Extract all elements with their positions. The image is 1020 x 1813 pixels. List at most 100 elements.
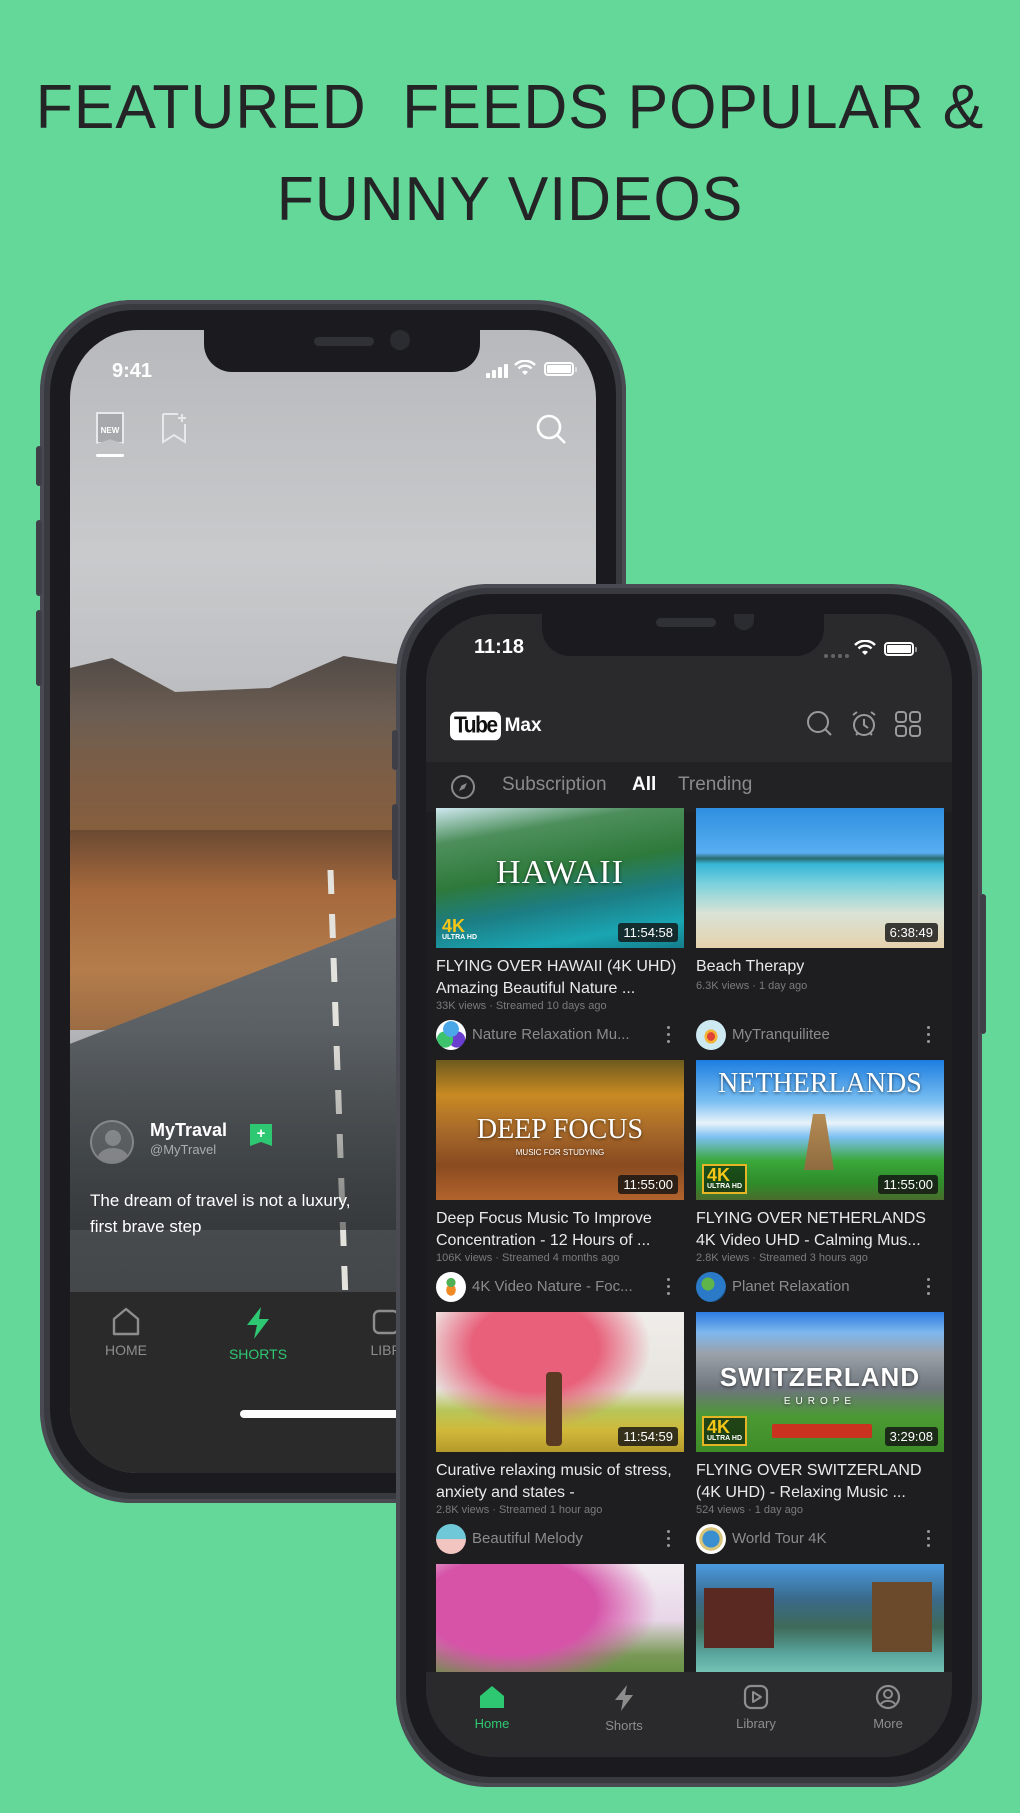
author-avatar[interactable]	[90, 1120, 134, 1164]
tab-shorts-label: SHORTS	[228, 1346, 288, 1362]
channel-avatar[interactable]	[696, 1524, 726, 1554]
channel-row: World Tour 4K	[696, 1524, 944, 1554]
video-thumbnail[interactable]: DEEP FOCUS MUSIC FOR STUDYING 11:55:00	[436, 1060, 684, 1200]
channel-row: Planet Relaxation	[696, 1272, 944, 1302]
tab-trending[interactable]: Trending	[678, 774, 752, 796]
tubemax-screen: 11:18 Tube Max Subscription All Trending	[426, 614, 952, 1757]
play-library-icon	[743, 1684, 769, 1710]
more-options-icon[interactable]	[926, 1026, 930, 1044]
video-title[interactable]: Beach Therapy	[696, 956, 944, 978]
app-logo[interactable]: Tube Max	[450, 710, 542, 742]
profile-icon	[875, 1684, 901, 1710]
thumbnail-title: NETHERLANDS	[718, 1068, 922, 1099]
bookmark-add-icon[interactable]	[160, 412, 188, 444]
home-icon	[480, 1686, 504, 1708]
channel-name[interactable]: Planet Relaxation	[732, 1278, 850, 1295]
search-icon[interactable]	[806, 710, 834, 738]
channel-avatar[interactable]	[436, 1020, 466, 1050]
grid-icon[interactable]	[894, 710, 922, 738]
nav-home[interactable]: Home	[442, 1684, 542, 1731]
headline-line-1: FEATURED FEEDS POPULAR &	[35, 73, 985, 142]
channel-avatar[interactable]	[696, 1272, 726, 1302]
channel-row: 4K Video Nature - Foc...	[436, 1272, 684, 1302]
nav-library[interactable]: Library	[706, 1684, 806, 1731]
channel-avatar[interactable]	[436, 1272, 466, 1302]
nav-shorts[interactable]: Shorts	[574, 1684, 674, 1733]
signal-icon	[486, 364, 508, 378]
channel-name[interactable]: Beautiful Melody	[472, 1530, 583, 1547]
channel-row: Nature Relaxation Mu...	[436, 1020, 684, 1050]
tab-subscription[interactable]: Subscription	[502, 774, 607, 796]
video-card[interactable]: 6:38:49 Beach Therapy 6.3K views · 1 day…	[696, 808, 944, 1060]
video-card[interactable]: DEEP FOCUS MUSIC FOR STUDYING 11:55:00 D…	[436, 1060, 684, 1312]
4k-badge: 4K ULTRA HD	[702, 1416, 747, 1446]
video-title[interactable]: Curative relaxing music of stress, anxie…	[436, 1460, 684, 1504]
search-icon[interactable]	[534, 412, 568, 446]
thumbnail-title: HAWAII	[496, 854, 624, 891]
tubemax-phone: 11:18 Tube Max Subscription All Trending	[392, 584, 986, 1787]
headline: FEATURED FEEDS POPULAR & FUNNY VIDEOS	[10, 62, 1010, 246]
more-options-icon[interactable]	[926, 1278, 930, 1296]
status-time: 11:18	[474, 636, 525, 658]
thumbnail-title: DEEP FOCUS	[476, 1114, 644, 1145]
video-meta: 524 views · 1 day ago	[696, 1504, 804, 1516]
status-bar: 9:41	[70, 330, 596, 390]
tab-all[interactable]: All	[632, 774, 656, 796]
notch	[542, 614, 824, 656]
video-thumbnail[interactable]: 6:38:49	[696, 808, 944, 948]
shorts-top-bar: NEW	[70, 412, 596, 462]
video-meta: 6.3K views · 1 day ago	[696, 980, 808, 992]
video-card[interactable]: SWITZERLAND EUROPE 4K ULTRA HD 3:29:08 FL…	[696, 1312, 944, 1564]
compass-icon[interactable]	[450, 774, 476, 800]
channel-name[interactable]: Nature Relaxation Mu...	[472, 1026, 630, 1043]
nav-home-label: Home	[474, 1716, 510, 1731]
tab-home-label: HOME	[105, 1342, 147, 1358]
video-meta: 33K views · Streamed 10 days ago	[436, 1000, 607, 1012]
video-title[interactable]: FLYING OVER NETHERLANDS 4K Video UHD - C…	[696, 1208, 944, 1252]
channel-name[interactable]: World Tour 4K	[732, 1530, 827, 1547]
video-card[interactable]: HAWAII 4K ULTRA HD 11:54:58 FLYING OVER H…	[436, 808, 684, 1060]
bottom-navigation: Home Shorts Library More	[426, 1672, 952, 1757]
video-duration: 3:29:08	[884, 1427, 938, 1446]
nav-more[interactable]: More	[838, 1684, 938, 1731]
tab-shorts[interactable]: SHORTS	[198, 1306, 318, 1362]
video-title[interactable]: FLYING OVER HAWAII (4K UHD) Amazing Beau…	[436, 956, 684, 1000]
follow-button[interactable]: +	[250, 1124, 272, 1146]
video-title[interactable]: Deep Focus Music To Improve Concentratio…	[436, 1208, 684, 1252]
nav-more-label: More	[873, 1716, 903, 1731]
more-options-icon[interactable]	[666, 1278, 670, 1296]
4k-badge: 4K ULTRA HD	[702, 1164, 747, 1194]
author-name[interactable]: MyTraval	[150, 1120, 227, 1141]
video-thumbnail[interactable]: HAWAII 4K ULTRA HD 11:54:58	[436, 808, 684, 948]
wifi-icon	[514, 360, 536, 375]
channel-name[interactable]: MyTranquilitee	[732, 1026, 830, 1043]
video-thumbnail[interactable]: SWITZERLAND EUROPE 4K ULTRA HD 3:29:08	[696, 1312, 944, 1452]
tab-home[interactable]: HOME	[70, 1306, 186, 1358]
video-title[interactable]: FLYING OVER SWITZERLAND (4K UHD) - Relax…	[696, 1460, 944, 1504]
video-duration: 6:38:49	[884, 923, 938, 942]
video-thumbnail[interactable]: 11:54:59	[436, 1312, 684, 1452]
alarm-clock-icon[interactable]	[850, 710, 878, 738]
channel-avatar[interactable]	[436, 1524, 466, 1554]
headline-line-2: FUNNY VIDEOS	[276, 165, 744, 234]
battery-icon	[544, 362, 577, 376]
more-options-icon[interactable]	[666, 1026, 670, 1044]
video-duration: 11:55:00	[878, 1175, 938, 1194]
thumbnail-subtitle: MUSIC FOR STUDYING	[515, 1148, 605, 1157]
video-meta: 2.8K views · Streamed 3 hours ago	[696, 1252, 868, 1264]
video-card[interactable]: NETHERLANDS 4K ULTRA HD 11:55:00 FLYING O…	[696, 1060, 944, 1312]
logo-tube: Tube	[450, 711, 501, 741]
lightning-icon	[615, 1685, 633, 1711]
channel-avatar[interactable]	[696, 1020, 726, 1050]
more-options-icon[interactable]	[926, 1530, 930, 1548]
channel-name[interactable]: 4K Video Nature - Foc...	[472, 1278, 633, 1295]
channel-row: MyTranquilitee	[696, 1020, 944, 1050]
channel-row: Beautiful Melody	[436, 1524, 684, 1554]
video-thumbnail[interactable]: NETHERLANDS 4K ULTRA HD 11:55:00	[696, 1060, 944, 1200]
video-meta: 106K views · Streamed 4 months ago	[436, 1252, 620, 1264]
more-options-icon[interactable]	[666, 1530, 670, 1548]
new-feed-icon[interactable]: NEW	[96, 412, 124, 444]
video-card[interactable]: 11:54:59 Curative relaxing music of stre…	[436, 1312, 684, 1564]
lightning-icon	[247, 1307, 269, 1339]
battery-icon	[884, 642, 917, 656]
